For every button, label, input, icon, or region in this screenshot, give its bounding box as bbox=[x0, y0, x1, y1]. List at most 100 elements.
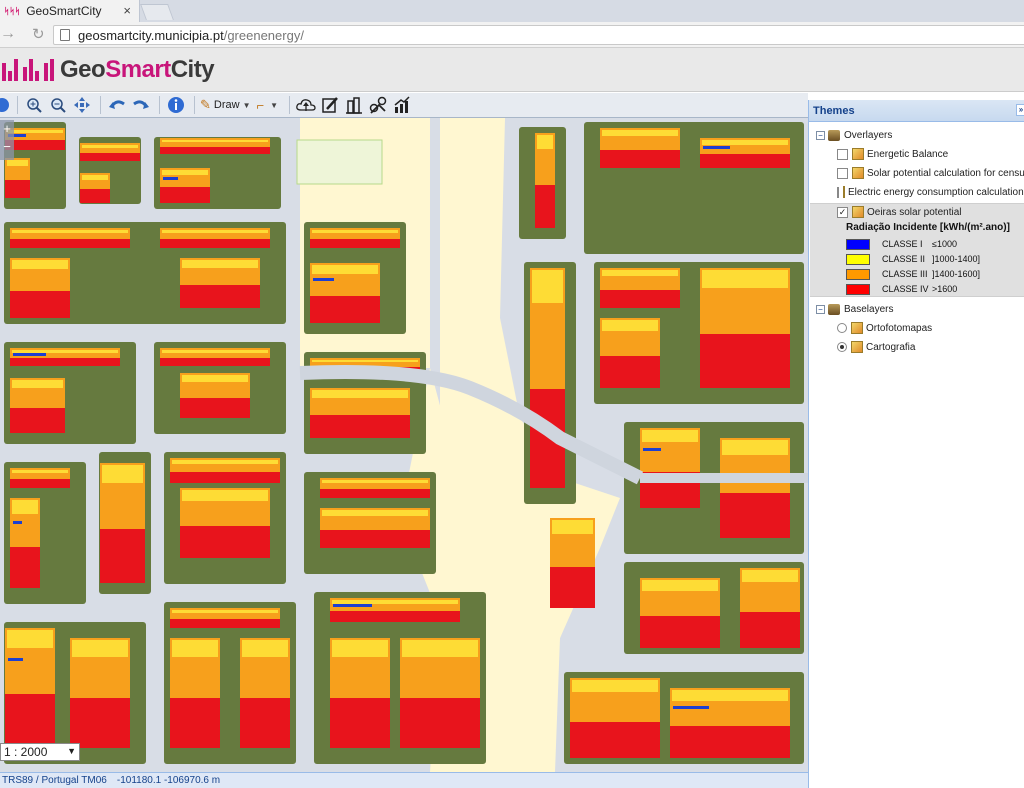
redo-icon[interactable] bbox=[130, 95, 152, 115]
layer-icon bbox=[852, 206, 864, 218]
overlayers-label: Overlayers bbox=[844, 129, 893, 141]
zoom-in-button[interactable]: + bbox=[0, 120, 14, 138]
logo-mark-icon bbox=[2, 59, 54, 81]
building-roof-mid bbox=[7, 160, 28, 166]
zoom-out-icon[interactable] bbox=[47, 95, 69, 115]
layer-label: Energetic Balance bbox=[867, 148, 949, 160]
overlayers-group[interactable]: − Overlayers bbox=[816, 126, 892, 144]
site-favicon-icon: ᛋᛋᛋ bbox=[4, 6, 21, 16]
legend-class-name: CLASSE III bbox=[882, 269, 928, 279]
layer-checkbox[interactable] bbox=[837, 148, 848, 160]
measure-menu-button[interactable]: ⌐ ▼ bbox=[257, 98, 279, 113]
building-roof-high bbox=[10, 358, 120, 366]
themes-panel-header: Themes » bbox=[809, 100, 1024, 122]
route-icon[interactable] bbox=[367, 95, 389, 115]
layer-solar-census[interactable]: Solar potential calculation for census t… bbox=[837, 164, 1024, 182]
edit-icon[interactable] bbox=[319, 95, 341, 115]
building-roof-mid bbox=[532, 270, 563, 303]
tab-close-icon[interactable]: × bbox=[123, 3, 131, 18]
building-roof-high bbox=[700, 154, 790, 168]
undo-icon[interactable] bbox=[106, 95, 128, 115]
buildings-icon[interactable] bbox=[343, 95, 365, 115]
building-roof-mid bbox=[12, 230, 128, 233]
layer-label: Ortofotomapas bbox=[866, 322, 933, 334]
baselayers-group[interactable]: − Baselayers bbox=[816, 300, 893, 318]
building-roof-high bbox=[170, 619, 280, 628]
building-roof-high bbox=[10, 239, 130, 248]
zoom-out-button[interactable]: − bbox=[0, 138, 14, 156]
baselayers-label: Baselayers bbox=[844, 303, 894, 315]
layer-label: Solar potential calculation for census t… bbox=[867, 167, 1024, 179]
building-roof-high bbox=[160, 187, 210, 203]
baselayer-cartografia[interactable]: Cartografia bbox=[837, 338, 915, 356]
scale-select[interactable]: 1 : 2000 ▼ bbox=[0, 743, 80, 761]
globe-icon[interactable] bbox=[0, 95, 10, 115]
building-roof-low bbox=[673, 706, 709, 709]
building-roof-high bbox=[320, 489, 430, 498]
geosmartcity-logo[interactable]: GeoSmartCity bbox=[2, 56, 215, 84]
baselayer-radio-selected[interactable] bbox=[837, 342, 847, 352]
legend-class-range: ]1000-1400] bbox=[932, 254, 981, 264]
chevron-down-icon: ▼ bbox=[242, 100, 251, 110]
chart-icon[interactable] bbox=[391, 95, 413, 115]
building-roof-low bbox=[703, 146, 730, 149]
browser-tab[interactable]: ᛋᛋᛋ GeoSmartCity × bbox=[0, 0, 140, 22]
baselayer-ortofotomapas[interactable]: Ortofotomapas bbox=[837, 319, 932, 337]
pan-icon[interactable] bbox=[71, 95, 93, 115]
zoom-control[interactable]: + − bbox=[0, 120, 14, 160]
building-roof-mid bbox=[72, 640, 128, 657]
layer-oeiras-solar[interactable]: ✓ Oeiras solar potential bbox=[837, 203, 962, 221]
building-roof-mid bbox=[102, 465, 143, 483]
new-tab-button[interactable] bbox=[140, 4, 174, 20]
building-roof-mid bbox=[572, 680, 658, 692]
building-roof-high bbox=[400, 698, 480, 748]
building-roof-mid bbox=[537, 135, 553, 149]
building-roof-mid bbox=[82, 145, 138, 148]
url-field[interactable]: geosmartcity.municipia.pt/greenenergy/ bbox=[53, 25, 1024, 45]
legend-class-name: CLASSE IV bbox=[882, 284, 929, 294]
building-roof-mid bbox=[312, 390, 408, 398]
chevron-down-icon: ▼ bbox=[67, 746, 76, 756]
building-roof-mid bbox=[642, 580, 718, 591]
building-roof-low bbox=[8, 658, 23, 661]
measure-icon: ⌐ bbox=[256, 97, 265, 113]
browser-tabstrip: ᛋᛋᛋ GeoSmartCity × bbox=[0, 0, 1024, 22]
building-roof-high bbox=[670, 726, 790, 758]
baselayer-radio[interactable] bbox=[837, 323, 847, 333]
layer-energetic-balance[interactable]: Energetic Balance bbox=[837, 145, 948, 163]
map-canvas[interactable]: + − bbox=[0, 118, 808, 772]
logo-text: GeoSmartCity bbox=[60, 56, 215, 83]
projection-label: TRS89 / Portugal TM06 bbox=[2, 775, 107, 786]
layer-electric-consumption[interactable]: Electric energy consumption calculation … bbox=[837, 183, 1024, 201]
building-roof-high bbox=[640, 616, 720, 648]
building-roof-low bbox=[313, 278, 334, 281]
layer-label: Cartografia bbox=[866, 341, 916, 353]
upload-icon[interactable] bbox=[295, 95, 317, 115]
layer-checkbox-checked[interactable]: ✓ bbox=[837, 206, 848, 218]
building-roof-mid bbox=[332, 600, 458, 604]
layer-label: Oeiras solar potential bbox=[867, 206, 962, 218]
building-roof-mid bbox=[182, 260, 258, 268]
zoom-in-icon[interactable] bbox=[23, 95, 45, 115]
collapse-icon[interactable]: − bbox=[816, 304, 825, 314]
building-roof-high bbox=[700, 334, 790, 388]
legend-row: CLASSE IV >1600 bbox=[846, 282, 957, 296]
back-arrow-icon[interactable]: → bbox=[0, 25, 16, 43]
building-roof-high bbox=[80, 153, 140, 161]
building-roof-mid bbox=[7, 130, 63, 133]
building-roof-mid bbox=[312, 265, 378, 274]
map-toolbar: ✎ Draw ▼ ⌐ ▼ bbox=[0, 93, 808, 118]
layer-checkbox[interactable] bbox=[837, 167, 848, 179]
legend-row: CLASSE II ]1000-1400] bbox=[846, 252, 980, 266]
building-roof-high bbox=[160, 358, 270, 366]
building-roof-high bbox=[600, 150, 680, 168]
collapse-icon[interactable]: − bbox=[816, 130, 825, 140]
collapse-panel-button[interactable]: » bbox=[1016, 104, 1024, 116]
info-icon[interactable] bbox=[165, 95, 187, 115]
legend-title: Radiação Incidente [kWh/(m².ano)] bbox=[846, 222, 1010, 233]
draw-menu-button[interactable]: ✎ Draw ▼ bbox=[200, 97, 251, 113]
building-roof-high bbox=[570, 722, 660, 758]
layer-checkbox[interactable] bbox=[837, 186, 839, 198]
building-roof-mid bbox=[722, 440, 788, 455]
reload-icon[interactable]: ↻ bbox=[32, 25, 45, 43]
